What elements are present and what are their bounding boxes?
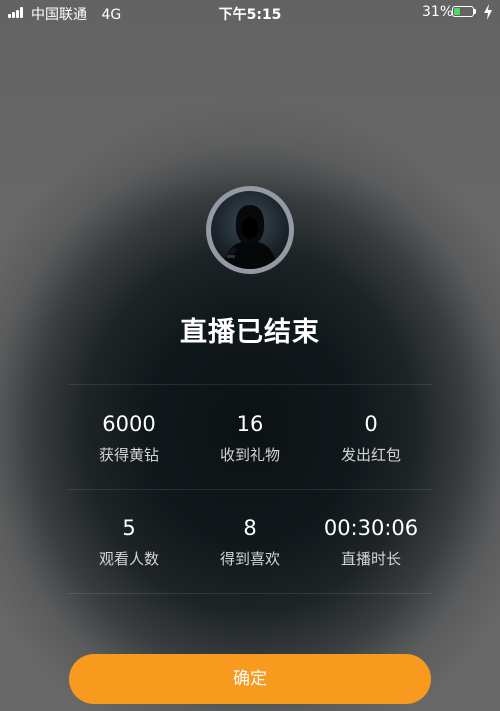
divider-middle: [68, 489, 432, 490]
divider-top: [68, 384, 432, 385]
status-bar: 中国联通 4G 下午5:15 31%: [0, 0, 500, 26]
stat-value: 00:30:06: [323, 516, 419, 540]
stat-gifts-received: 16 收到礼物: [180, 411, 320, 465]
confirm-button[interactable]: 确定: [69, 654, 431, 704]
stat-label: 获得黄钻: [98, 446, 159, 464]
charging-bolt-icon: [484, 4, 492, 20]
stat-value: 16: [236, 412, 264, 436]
stat-label: 得到喜欢: [219, 550, 280, 568]
live-ended-screen: 中国联通 4G 下午5:15 31% 直播已结束 6000 获得黄钻 16 收到…: [0, 0, 500, 711]
stat-value: 0: [364, 412, 378, 436]
stat-label: 收到礼物: [219, 446, 280, 464]
stat-value: 6000: [102, 412, 156, 436]
battery-icon: [452, 6, 474, 17]
stat-label: 直播时长: [340, 550, 401, 568]
stat-viewers: 5 观看人数: [59, 515, 199, 569]
stat-duration: 00:30:06 直播时长: [301, 515, 441, 569]
avatar: [211, 191, 289, 269]
hooded-figure-avatar: [223, 205, 277, 269]
divider-bottom: [68, 593, 432, 594]
page-title: 直播已结束: [180, 317, 320, 348]
background-top-shade: [0, 0, 500, 200]
stat-label: 发出红包: [340, 446, 401, 464]
stat-red-packets-sent: 0 发出红包: [301, 411, 441, 465]
stat-yellow-diamonds: 6000 获得黄钻: [59, 411, 199, 465]
stat-value: 5: [122, 516, 136, 540]
stat-value: 8: [243, 516, 257, 540]
stat-label: 观看人数: [98, 550, 159, 568]
battery-percentage: 31%: [422, 4, 454, 20]
stat-likes: 8 得到喜欢: [180, 515, 320, 569]
